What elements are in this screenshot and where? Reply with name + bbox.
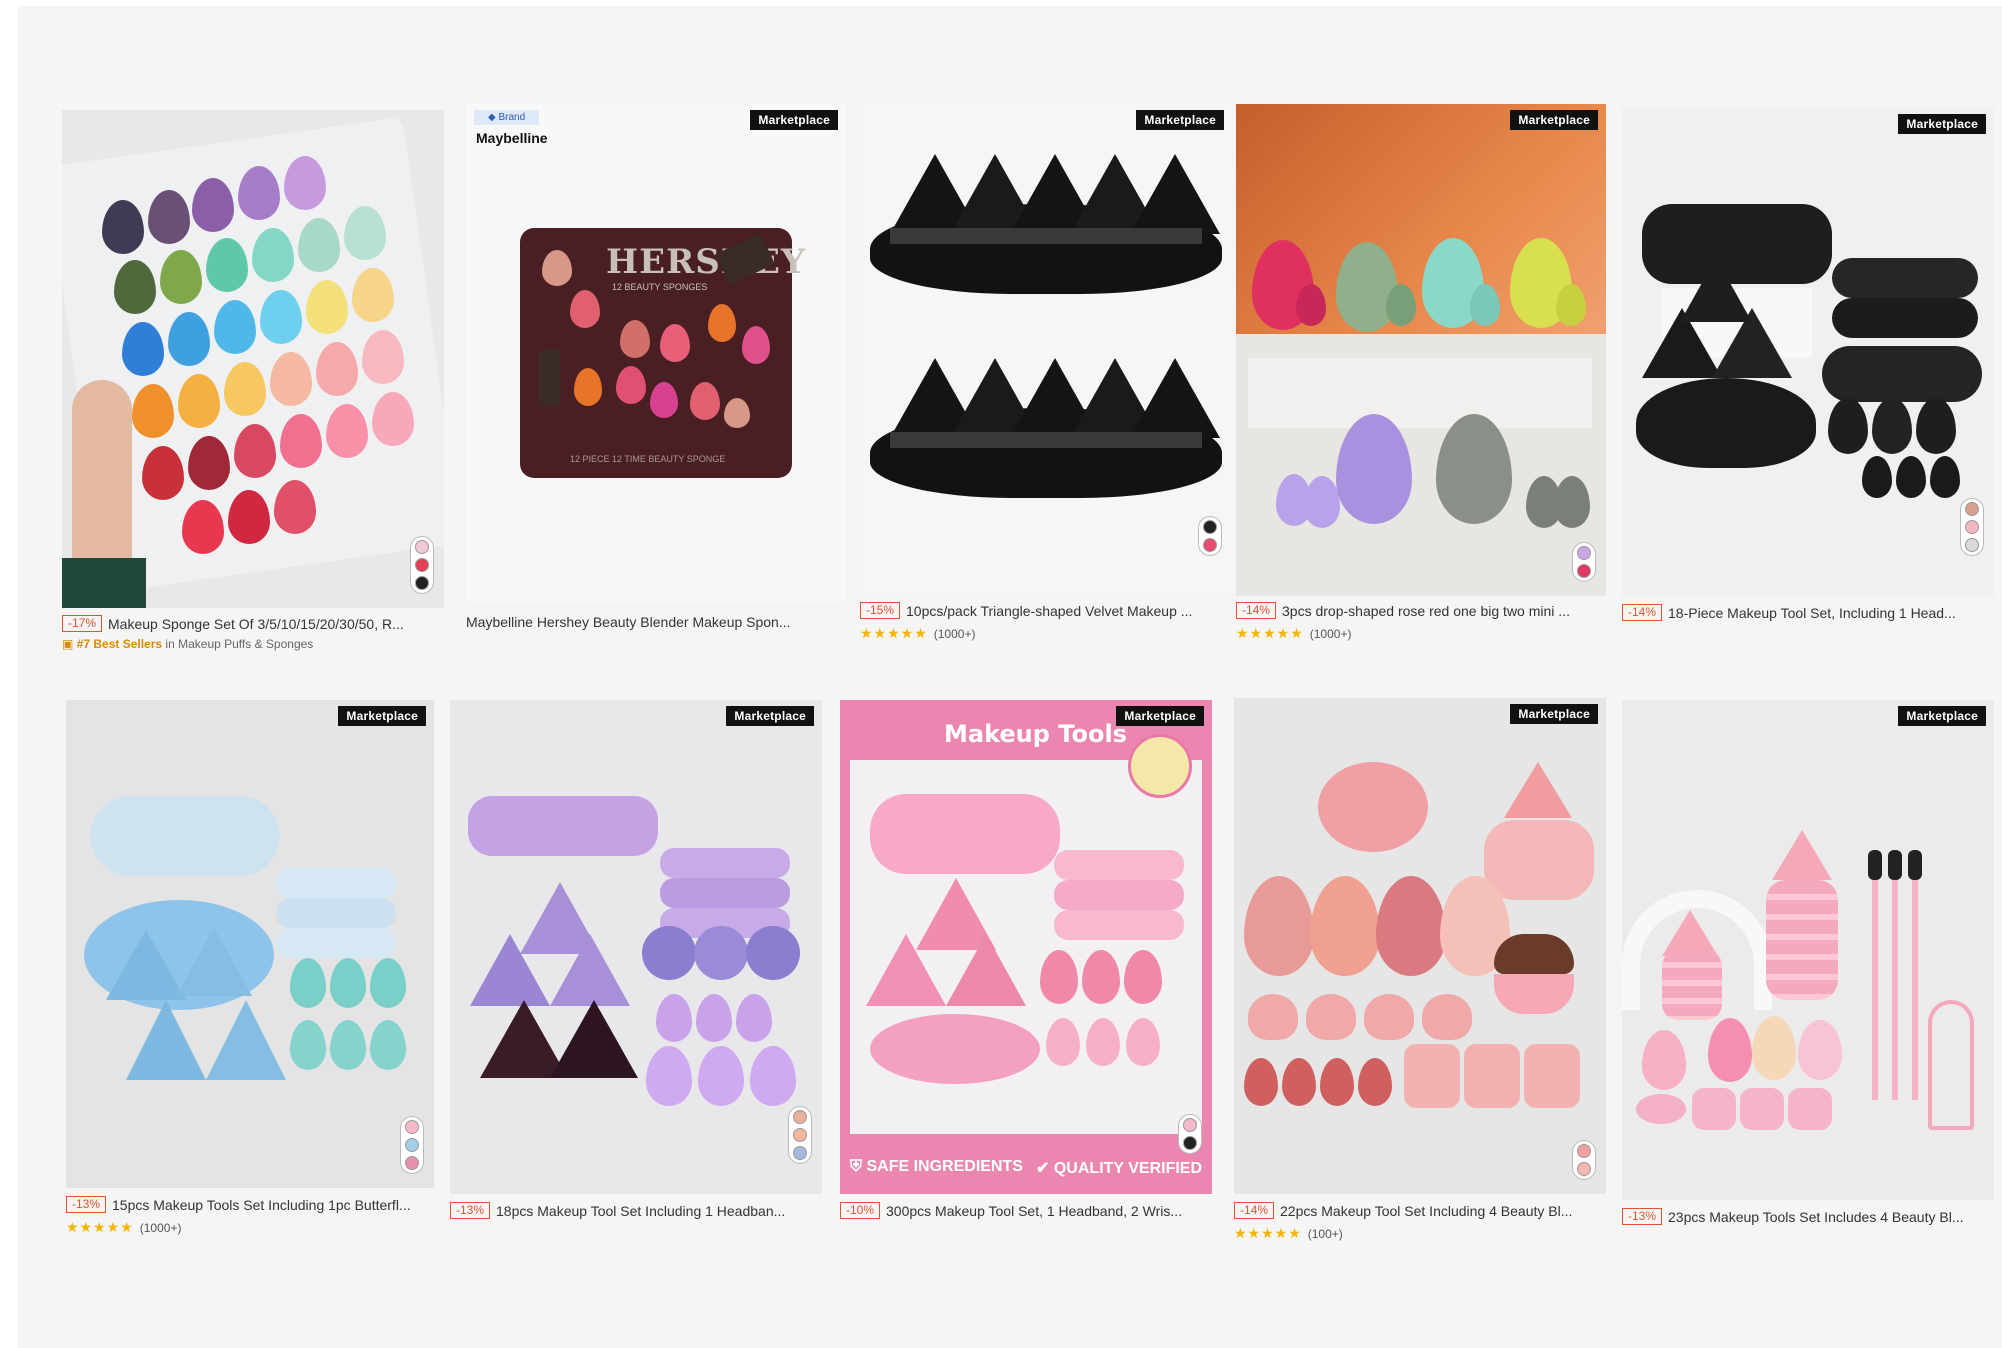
eyelash-curler	[1928, 1000, 1974, 1130]
product-card[interactable]: Marketplace -15% 10pcs/pack Triangle-sha…	[860, 104, 1232, 644]
product-image[interactable]: Marketplace	[450, 700, 822, 1194]
discount-badge: -14%	[1236, 602, 1277, 619]
puff-stack-top	[870, 144, 1222, 304]
product-image[interactable]: Marketplace	[1622, 700, 1994, 1200]
discount-badge: -13%	[66, 1196, 107, 1213]
brush	[1494, 934, 1574, 974]
seal-icon	[1128, 734, 1192, 798]
color-swatches[interactable]	[1572, 1140, 1596, 1180]
brand-name: Maybelline	[476, 130, 548, 146]
marketplace-badge: Marketplace	[1510, 110, 1598, 130]
product-title[interactable]: Maybelline Hershey Beauty Blender Makeup…	[466, 614, 791, 630]
discount-badge: -14%	[1622, 604, 1663, 621]
discount-badge: -10%	[840, 1202, 881, 1219]
top-margin	[0, 0, 2002, 6]
marketplace-badge: Marketplace	[1510, 704, 1598, 724]
product-card[interactable]: -17% Makeup Sponge Set Of 3/5/10/15/20/3…	[62, 110, 444, 660]
product-title[interactable]: 15pcs Makeup Tools Set Including 1pc But…	[112, 1197, 411, 1213]
review-count: (1000+)	[933, 626, 976, 641]
trophy-icon: ▣	[62, 637, 74, 651]
footer-right-label: ✔ QUALITY VERIFIED	[1036, 1160, 1203, 1177]
discount-badge: -13%	[450, 1202, 491, 1219]
star-rating-icon: ★★★★★	[860, 625, 928, 641]
product-image[interactable]: Marketplace	[860, 104, 1232, 596]
product-card[interactable]: Marketplace -14% 3pcs drop-shaped rose r…	[1236, 104, 1606, 644]
marketplace-badge: Marketplace	[726, 706, 814, 726]
review-count: (100+)	[1307, 1226, 1343, 1241]
color-swatches[interactable]	[788, 1106, 812, 1164]
color-swatches[interactable]	[410, 536, 434, 594]
product-card[interactable]: Marketplace -14% 22pcs Makeup Tool Set I…	[1234, 698, 1606, 1248]
package-subtitle: 12 BEAUTY SPONGES	[612, 282, 708, 292]
marketplace-badge: Marketplace	[750, 110, 838, 130]
marketplace-badge: Marketplace	[1898, 114, 1986, 134]
rating[interactable]: ★★★★★ (1000+)	[860, 625, 1232, 642]
product-card[interactable]: Marketplace -14% 18-Piece Makeup Tool Se…	[1622, 108, 1994, 648]
discount-badge: -15%	[860, 602, 901, 619]
star-rating-icon: ★★★★★	[1236, 625, 1304, 641]
left-margin	[0, 0, 18, 1348]
color-swatches[interactable]	[1960, 498, 1984, 556]
puff-stack-bottom	[870, 348, 1222, 508]
product-image[interactable]	[62, 110, 444, 608]
sleeve	[62, 558, 146, 608]
discount-badge: -14%	[1234, 1202, 1275, 1219]
product-card[interactable]: Marketplace -13% 23pcs Makeup Tools Set …	[1622, 700, 1994, 1240]
product-image[interactable]: Marketplace	[1234, 698, 1606, 1194]
package-footer: 12 PIECE 12 TIME BEAUTY SPONGE	[570, 454, 726, 464]
brand-tag: ◆ Brand	[474, 110, 540, 125]
discount-badge: -13%	[1622, 1208, 1663, 1225]
product-image[interactable]: Marketplace	[1622, 108, 1994, 596]
review-count: (1000+)	[1309, 626, 1352, 641]
cleaning-pad	[1318, 762, 1428, 852]
color-swatches[interactable]	[1178, 1114, 1202, 1154]
product-card[interactable]: Makeup Tools Marketplace ⛨ SAFE INGREDIE…	[840, 700, 1212, 1240]
color-swatches[interactable]	[1572, 542, 1596, 582]
banner-title: Makeup Tools	[944, 720, 1127, 748]
review-count: (1000+)	[139, 1220, 182, 1235]
bestseller-badge[interactable]: ▣ #7 Best Sellers in Makeup Puffs & Spon…	[62, 637, 444, 651]
product-title[interactable]: 22pcs Makeup Tool Set Including 4 Beauty…	[1280, 1203, 1572, 1219]
marketplace-badge: Marketplace	[1116, 706, 1204, 726]
marketplace-badge: Marketplace	[1136, 110, 1224, 130]
shield-icon: ⛨	[850, 1158, 863, 1175]
product-title[interactable]: 10pcs/pack Triangle-shaped Velvet Makeup…	[906, 603, 1192, 619]
product-card[interactable]: Marketplace -13% 15pcs Makeup Tools Set …	[66, 700, 434, 1240]
product-title[interactable]: 3pcs drop-shaped rose red one big two mi…	[1282, 603, 1570, 619]
star-rating-icon: ★★★★★	[66, 1219, 134, 1235]
product-image[interactable]: Marketplace	[1236, 104, 1606, 596]
hershey-package: HERSHEY 12 BEAUTY SPONGES 12 PIECE 12 TI…	[520, 228, 805, 478]
discount-badge: -17%	[62, 615, 103, 632]
product-title[interactable]: Makeup Sponge Set Of 3/5/10/15/20/30/50,…	[108, 616, 404, 632]
product-image[interactable]: Makeup Tools Marketplace ⛨ SAFE INGREDIE…	[840, 700, 1212, 1194]
marketplace-badge: Marketplace	[1898, 706, 1986, 726]
marketplace-badge: Marketplace	[338, 706, 426, 726]
rating[interactable]: ★★★★★ (1000+)	[1236, 625, 1606, 642]
product-title[interactable]: 18pcs Makeup Tool Set Including 1 Headba…	[496, 1203, 785, 1219]
star-rating-icon: ★★★★★	[1234, 1225, 1302, 1241]
rating[interactable]: ★★★★★ (100+)	[1234, 1225, 1606, 1242]
rating[interactable]: ★★★★★ (1000+)	[66, 1219, 434, 1236]
product-image[interactable]: ◆ Brand Maybelline Marketplace HERSHEY 1…	[466, 104, 846, 602]
product-card[interactable]: ◆ Brand Maybelline Marketplace HERSHEY 1…	[466, 104, 846, 644]
product-title[interactable]: 23pcs Makeup Tools Set Includes 4 Beauty…	[1668, 1209, 1963, 1225]
mascara-wands	[1872, 870, 1878, 1100]
product-title[interactable]: 18-Piece Makeup Tool Set, Including 1 He…	[1668, 605, 1956, 621]
color-swatches[interactable]	[400, 1116, 424, 1174]
check-icon: ✔	[1036, 1160, 1050, 1177]
product-title[interactable]: 300pcs Makeup Tool Set, 1 Headband, 2 Wr…	[886, 1203, 1182, 1219]
product-image[interactable]: Marketplace	[66, 700, 434, 1188]
display-pedestal	[1248, 358, 1592, 428]
color-swatches[interactable]	[1198, 516, 1222, 556]
product-card[interactable]: Marketplace -13% 18pcs Makeup Tool Set I…	[450, 700, 822, 1240]
package-title: HERSHEY	[606, 242, 807, 282]
footer-left-label: ⛨ SAFE INGREDIENTS	[850, 1158, 1023, 1175]
